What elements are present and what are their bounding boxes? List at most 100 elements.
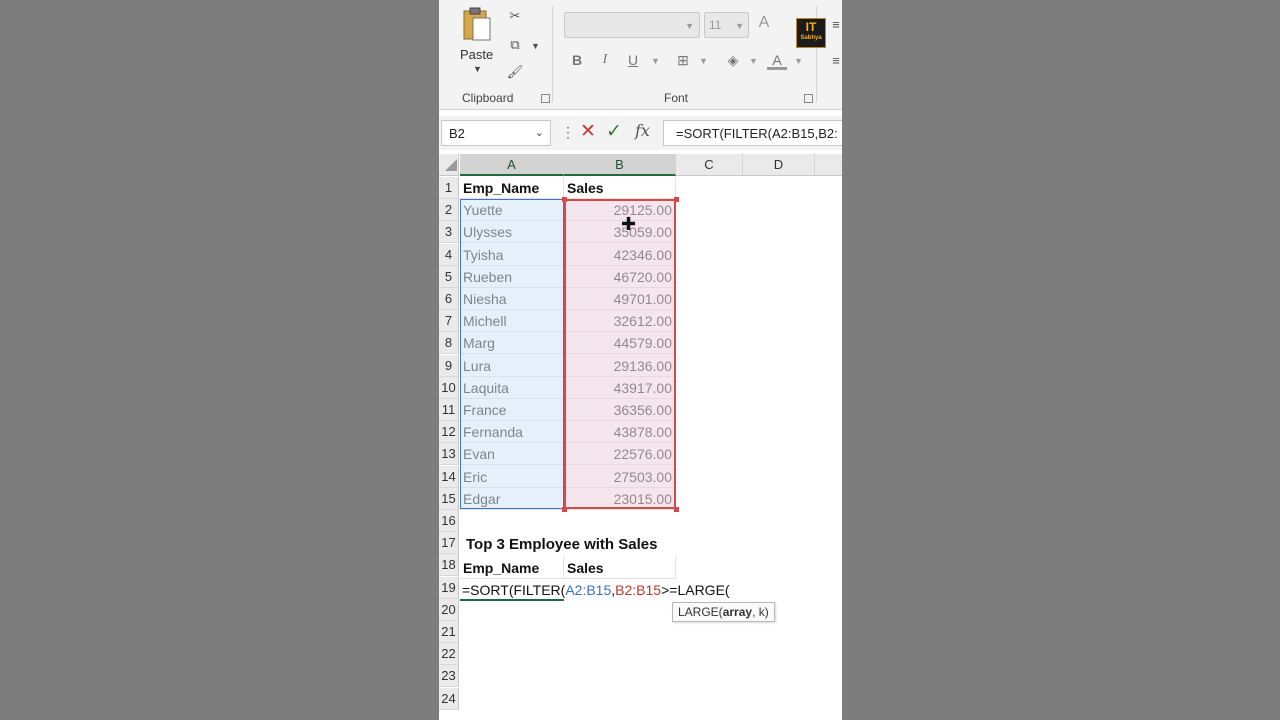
underline-dropdown-icon[interactable]: ▼ <box>651 56 660 66</box>
row-header[interactable]: 21 <box>439 621 459 643</box>
align-icon[interactable]: ≡ <box>827 52 842 70</box>
cell-sales[interactable]: 35059.00 <box>564 221 676 244</box>
cell-sales[interactable]: 42346.00 <box>564 243 676 266</box>
row-header[interactable]: 1 <box>439 177 459 199</box>
row-header[interactable]: 19 <box>439 576 459 599</box>
top3-header-name[interactable]: Emp_Name <box>460 557 564 579</box>
row-header[interactable]: 2 <box>439 199 459 222</box>
header-cell-name[interactable]: Emp_Name <box>460 177 564 199</box>
select-all-button[interactable] <box>439 154 459 176</box>
row-header[interactable]: 6 <box>439 288 459 310</box>
cell-emp-name[interactable]: Marg <box>460 332 564 355</box>
row-header[interactable]: 13 <box>439 443 459 466</box>
row-header[interactable]: 9 <box>439 354 459 377</box>
cell-emp-name[interactable]: Eric <box>460 465 564 488</box>
row-header[interactable]: 18 <box>439 554 459 577</box>
row-header[interactable]: 15 <box>439 487 459 510</box>
header-cell-sales[interactable]: Sales <box>564 177 676 199</box>
in-cell-formula[interactable]: =SORT(FILTER(A2:B15,B2:B15>=LARGE( <box>462 579 730 601</box>
cell-emp-name[interactable]: Michell <box>460 310 564 333</box>
range-handle[interactable] <box>562 507 567 512</box>
cell-sales[interactable]: 44579.00 <box>564 332 676 355</box>
cell-sales[interactable]: 23015.00 <box>564 487 676 510</box>
row-header[interactable]: 7 <box>439 310 459 333</box>
cell-emp-name[interactable]: Niesha <box>460 288 564 310</box>
row-header[interactable]: 5 <box>439 265 459 288</box>
row-header[interactable]: 22 <box>439 643 459 666</box>
increase-font-size-icon[interactable]: A <box>755 14 773 32</box>
cell-emp-name[interactable]: Evan <box>460 443 564 466</box>
cell-emp-name[interactable]: Edgar <box>460 487 564 510</box>
paste-icon[interactable] <box>461 6 493 44</box>
borders-icon[interactable]: ⊞ <box>673 52 693 70</box>
font-dialog-launcher-icon[interactable] <box>804 94 813 103</box>
bold-button[interactable]: B <box>567 52 587 70</box>
font-size-dropdown[interactable]: 11 ▼ <box>704 12 749 38</box>
range-handle[interactable] <box>674 507 679 512</box>
underline-button[interactable]: U <box>623 52 643 70</box>
enter-icon[interactable]: ✓ <box>606 120 622 143</box>
copy-icon[interactable]: ⧉ <box>506 36 524 54</box>
cell-emp-name[interactable]: Tyisha <box>460 243 564 266</box>
cell-sales[interactable]: 43878.00 <box>564 421 676 444</box>
cell-emp-name[interactable]: Lura <box>460 354 564 377</box>
cell-sales[interactable]: 29125.00 <box>564 199 676 222</box>
range-handle[interactable] <box>674 197 679 202</box>
paste-dropdown-icon[interactable]: ▼ <box>473 64 482 74</box>
copy-dropdown-icon[interactable]: ▼ <box>531 41 540 51</box>
cell-emp-name[interactable]: Fernanda <box>460 421 564 444</box>
row-header[interactable]: 24 <box>439 687 459 710</box>
cell-sales[interactable]: 27503.00 <box>564 465 676 488</box>
cell-emp-name[interactable]: Ulysses <box>460 221 564 244</box>
row-header[interactable]: 16 <box>439 510 459 532</box>
top3-header-sales[interactable]: Sales <box>564 557 676 579</box>
font-color-dropdown-icon[interactable]: ▼ <box>794 56 803 66</box>
row-header[interactable]: 8 <box>439 332 459 355</box>
insert-function-icon[interactable]: fx <box>635 121 650 140</box>
cell-sales[interactable]: 36356.00 <box>564 399 676 421</box>
cell-sales[interactable]: 43917.00 <box>564 376 676 399</box>
row-header[interactable]: 20 <box>439 598 459 621</box>
formula-input[interactable]: =SORT(FILTER(A2:B15,B2: <box>663 120 842 146</box>
range-handle[interactable] <box>562 197 567 202</box>
row-header[interactable]: 23 <box>439 665 459 688</box>
cell-emp-name[interactable]: Laquita <box>460 376 564 399</box>
paste-button[interactable]: Paste <box>460 47 493 62</box>
chevron-down-icon[interactable]: ⌄ <box>535 126 544 139</box>
cell-sales[interactable]: 46720.00 <box>564 265 676 288</box>
row-header[interactable]: 12 <box>439 421 459 444</box>
cell-emp-name[interactable]: Rueben <box>460 265 564 288</box>
font-name-dropdown[interactable]: ▼ <box>564 12 700 38</box>
format-painter-icon[interactable]: 🖌 <box>506 63 524 81</box>
video-letterbox-right <box>842 0 1280 720</box>
row-header[interactable]: 11 <box>439 399 459 421</box>
italic-button[interactable]: I <box>595 52 615 70</box>
cell-emp-name[interactable]: Yuette <box>460 199 564 222</box>
cut-icon[interactable]: ✂ <box>506 7 524 25</box>
fill-color-dropdown-icon[interactable]: ▼ <box>749 56 758 66</box>
more-options-icon[interactable]: ⋮ <box>561 124 575 141</box>
row-header[interactable]: 3 <box>439 221 459 244</box>
cell-sales[interactable]: 32612.00 <box>564 310 676 333</box>
row-header[interactable]: 4 <box>439 243 459 266</box>
cell-emp-name[interactable]: France <box>460 399 564 421</box>
column-header-d[interactable]: D <box>743 154 815 176</box>
font-color-icon[interactable]: A <box>767 52 787 70</box>
column-header-a[interactable]: A <box>460 154 564 176</box>
cell-sales[interactable]: 22576.00 <box>564 443 676 466</box>
column-header-c[interactable]: C <box>676 154 743 176</box>
cancel-icon[interactable]: ✕ <box>580 120 596 143</box>
column-header-e[interactable] <box>815 154 842 176</box>
borders-dropdown-icon[interactable]: ▼ <box>699 56 708 66</box>
row-header[interactable]: 17 <box>439 532 459 555</box>
row-header[interactable]: 14 <box>439 465 459 488</box>
clipboard-dialog-launcher-icon[interactable] <box>541 94 550 103</box>
cell-sales[interactable]: 29136.00 <box>564 354 676 377</box>
cell-sales[interactable]: 49701.00 <box>564 288 676 310</box>
row-header[interactable]: 10 <box>439 376 459 399</box>
column-header-b[interactable]: B <box>564 154 676 176</box>
align-icon[interactable]: ≡ <box>827 16 842 34</box>
name-box[interactable]: B2 ⌄ <box>441 120 551 146</box>
function-tooltip[interactable]: LARGE(array, k) <box>672 602 775 622</box>
fill-color-icon[interactable]: ◈ <box>723 52 743 70</box>
